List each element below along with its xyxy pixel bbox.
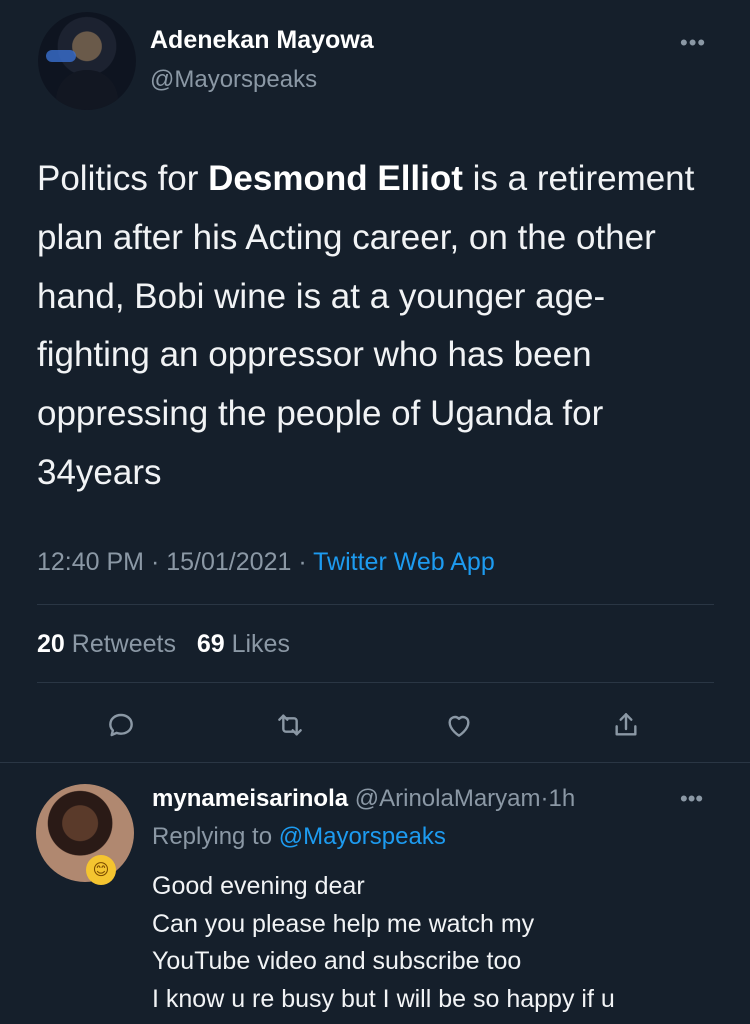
retweet-button[interactable] [270,705,310,745]
more-horizontal-icon[interactable]: ••• [680,30,706,56]
tweet-text-part: Politics for [37,159,209,198]
reply-text-line: Can you please help me watch my [152,909,535,938]
author-avatar[interactable] [38,12,136,110]
tweet-stats: 20 Retweets 69 Likes [37,630,290,659]
likes-label: Likes [231,630,290,658]
author-name[interactable]: Adenekan Mayowa [150,26,374,55]
reply-separator: · [540,785,549,812]
replying-mention-link[interactable]: @Mayorspeaks [279,823,446,850]
replying-to: Replying to @Mayorspeaks [152,823,446,851]
retweet-icon [278,714,302,736]
reply-author-avatar[interactable] [36,784,134,882]
like-button[interactable] [439,705,479,745]
divider [37,604,714,605]
likes-stat[interactable]: 69 Likes [197,630,290,658]
meta-separator: · [150,548,160,576]
reply-author-name[interactable]: mynameisarinola [152,785,348,812]
tweet-text-bold: Desmond Elliot [208,159,463,198]
section-divider [0,762,750,763]
author-handle[interactable]: @Mayorspeaks [150,66,317,94]
tweet-meta: 12:40 PM · 15/01/2021 · Twitter Web App [37,548,495,577]
more-horizontal-icon[interactable]: ••• [680,786,703,812]
heart-icon [448,715,470,737]
replying-label: Replying to [152,823,273,850]
reply-text-line: Good evening dear [152,872,365,900]
likes-count: 69 [196,630,225,658]
retweets-label: Retweets [71,630,176,658]
tweet-date: 15/01/2021 [166,548,292,576]
reply-text-line: I know u re busy but I will be so happy … [152,984,615,1013]
reply-author-handle[interactable]: @ArinolaMaryam [355,785,541,812]
tweet-source-link[interactable]: Twitter Web App [313,548,495,576]
share-button[interactable] [606,705,646,745]
emoji-badge: 😊 [86,855,116,885]
reply-text: Good evening dear Can you please help me… [152,868,732,1018]
retweets-count: 20 [37,630,65,658]
reply-icon [109,713,133,737]
reply-button[interactable] [101,705,141,745]
reply-header: mynameisarinola @ArinolaMaryam·1h [152,785,575,813]
retweets-stat[interactable]: 20 Retweets [37,630,176,658]
reply-text-line: YouTube video and subscribe too [152,947,522,975]
divider [37,682,714,683]
tweet-text: Politics for Desmond Elliot is a retirem… [37,150,717,503]
tweet-text-part: is a retirement plan after his Acting ca… [37,159,695,492]
reply-time: 1h [548,785,576,812]
share-icon [615,713,637,736]
meta-separator: · [298,548,307,576]
tweet-time: 12:40 PM [37,548,145,576]
